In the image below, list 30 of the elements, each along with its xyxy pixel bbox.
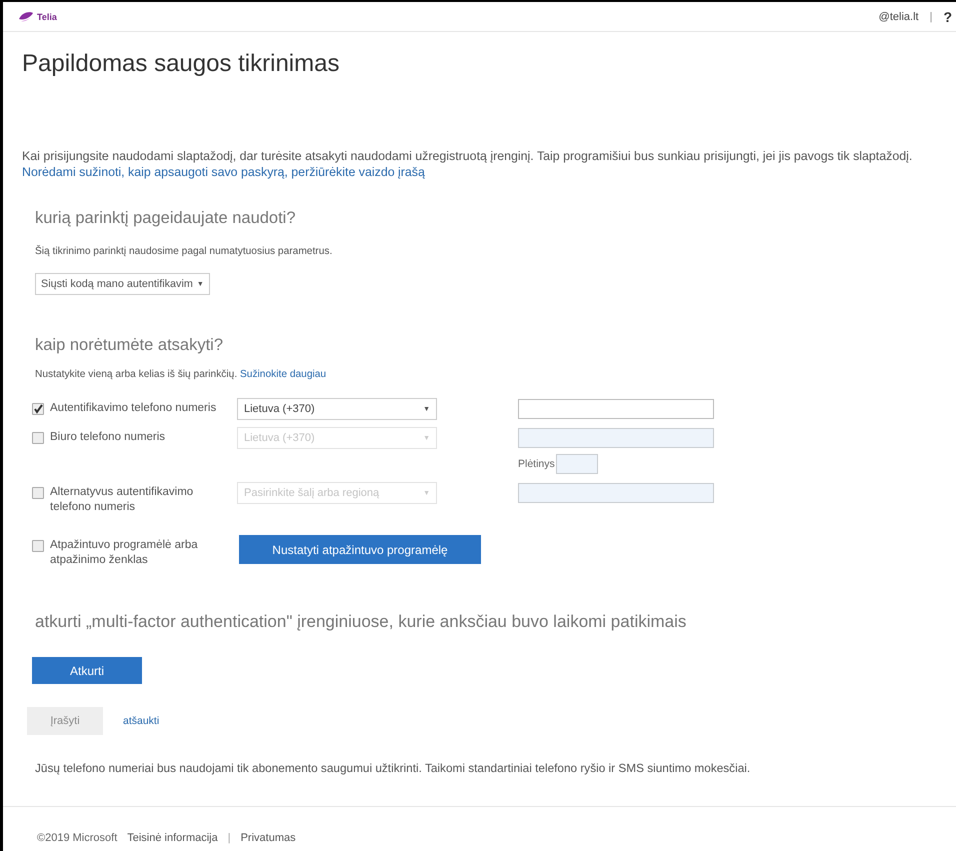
- setup-app-button[interactable]: Nustatyti atpažintuvo programėlę: [239, 535, 481, 564]
- copyright-text: ©2019 Microsoft: [37, 832, 118, 844]
- logo-icon: [18, 11, 34, 22]
- fee-note: Jūsų telefono numeriai bus naudojami tik abonemento saugumui užtikrinti. Taikomi standartiniai telefono ryšio ir SMS siuntimo mokesčiai.: [35, 761, 752, 776]
- checkbox[interactable]: [32, 540, 44, 552]
- video-link[interactable]: Norėdami sužinoti, kaip apsaugoti savo paskyrą, peržiūrėkite vaizdo įrašą: [22, 165, 425, 179]
- section-heading: atkurti „multi-factor authentication" įrenginiuose, kurie anksčiau buvo laikomi patikimais: [35, 612, 688, 632]
- page-title: Papildomas saugos tikrinimas: [22, 50, 340, 78]
- account-name[interactable]: @telia.lt: [878, 10, 919, 22]
- help-link[interactable]: ?: [943, 8, 952, 24]
- section-heading: kaip norėtumėte atsakyti?: [35, 335, 224, 355]
- option-label: Autentifikavimo telefono numeris: [50, 401, 218, 416]
- section-description: Nustatykite vieną arba kelias iš šių parinkčių.: [35, 369, 238, 380]
- footer-link[interactable]: Teisinė informacija: [127, 832, 218, 844]
- separator: |: [930, 10, 932, 22]
- option-label: Alternatyvus autentifikavimo telefono numeris: [50, 485, 194, 515]
- footer-link[interactable]: Privatumas: [240, 832, 296, 844]
- intro-text: Kai prisijungsite naudodami slaptažodį, dar turėsite atsakyti naudodami užregistruotą įrenginį. Taip programišiui bus sunkiau prisijungti, jei jis pavogs tik slaptažodį.: [22, 149, 912, 163]
- cancel-link[interactable]: atšaukti: [123, 715, 160, 727]
- option-label: Atpažintuvo programėlė arba atpažinimo ženklas: [50, 538, 199, 568]
- section-heading: kurią parinktį pageidaujate naudoti?: [35, 208, 297, 228]
- brand-name: Telia: [37, 12, 57, 22]
- checkbox[interactable]: [32, 403, 44, 415]
- extension-label: Plėtinys: [518, 458, 555, 470]
- option-label: Biuro telefono numeris: [50, 430, 166, 445]
- learn-more-link[interactable]: Sužinokite daugiau: [240, 369, 326, 380]
- restore-button[interactable]: Atkurti: [32, 657, 142, 684]
- separator: |: [228, 832, 231, 844]
- section-description: Šią tikrinimo parinktį naudosime pagal numatytuosius parametrus.: [35, 244, 334, 259]
- phone-number-field[interactable]: [518, 399, 714, 419]
